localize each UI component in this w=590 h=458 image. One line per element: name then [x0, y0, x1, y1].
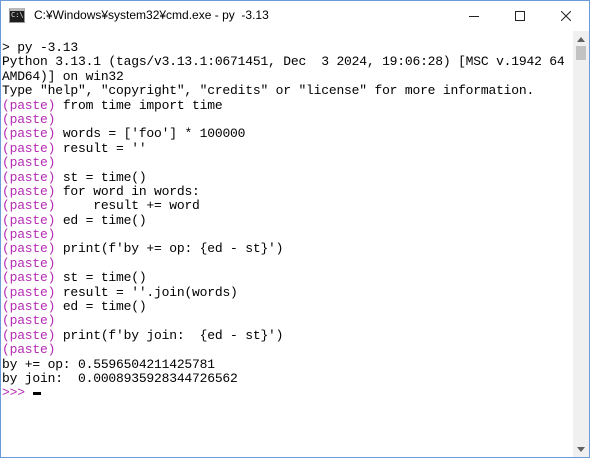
- line-text: Python 3.13.1 (tags/v3.13.1:0671451, Dec…: [2, 54, 573, 70]
- line-text: ed = time(): [55, 299, 147, 315]
- line-text: from time import time: [55, 97, 223, 113]
- minimize-button[interactable]: [451, 1, 497, 30]
- terminal-line: (paste) print(f'by += op: {ed - st}'): [2, 242, 573, 256]
- prompt-prefix: (paste): [2, 126, 56, 142]
- maximize-icon: [515, 10, 525, 21]
- close-button[interactable]: [543, 1, 589, 30]
- window-title: C:¥Windows¥system32¥cmd.exe - py -3.13: [34, 8, 269, 22]
- prompt-prefix: (paste): [2, 327, 56, 343]
- terminal-output[interactable]: > py -3.13 Python 3.13.1 (tags/v3.13.1:06…: [1, 31, 573, 457]
- prompt-prefix: (paste): [2, 155, 56, 171]
- terminal-line: (paste) result += word: [2, 199, 573, 213]
- line-text: st = time(): [55, 169, 147, 185]
- prompt-prefix: (paste): [2, 227, 56, 243]
- terminal-line: (paste): [2, 111, 573, 127]
- line-text: [25, 385, 33, 400]
- line-text: result += word: [55, 198, 200, 214]
- scroll-down-button[interactable]: [573, 441, 589, 457]
- scrollbar-thumb[interactable]: [576, 46, 586, 60]
- close-icon: [561, 10, 571, 21]
- line-text: AMD64)] on win32: [2, 68, 124, 84]
- prompt-prefix: (paste): [2, 284, 56, 300]
- title-bar[interactable]: C:\ C:¥Windows¥system32¥cmd.exe - py -3.…: [1, 1, 589, 31]
- terminal-line: Type "help", "copyright", "credits" or "…: [2, 83, 573, 99]
- terminal-line: (paste): [2, 343, 573, 357]
- scroll-down-icon: [577, 446, 585, 452]
- prompt-prefix: (paste): [2, 270, 56, 286]
- prompt-prefix: (paste): [2, 241, 56, 257]
- line-text: result = '': [55, 140, 147, 156]
- line-text: for word in words:: [55, 183, 200, 199]
- scroll-up-button[interactable]: [573, 31, 589, 47]
- terminal-line: (paste): [2, 155, 573, 171]
- terminal-line: (paste) ed = time(): [2, 299, 573, 315]
- prompt-prefix: (paste): [2, 299, 56, 315]
- line-text: Type "help", "copyright", "credits" or "…: [2, 83, 535, 99]
- prompt-prefix: (paste): [2, 342, 56, 358]
- scroll-up-icon: [577, 36, 585, 42]
- line-text: print(f'by join: {ed - st}'): [55, 327, 284, 343]
- cmd-window: C:\ C:¥Windows¥system32¥cmd.exe - py -3.…: [0, 0, 590, 458]
- terminal-line: (paste): [2, 227, 573, 243]
- prompt-prefix: (paste): [2, 255, 56, 271]
- terminal-line: > py -3.13: [2, 40, 573, 55]
- prompt-prefix: (paste): [2, 97, 56, 113]
- prompt-prefix: (paste): [2, 169, 56, 185]
- terminal-line: (paste) result = '': [2, 140, 573, 156]
- line-text: result = ''.join(words): [55, 284, 238, 300]
- terminal-line: (paste) for word in words:: [2, 183, 573, 199]
- terminal-line: (paste): [2, 255, 573, 271]
- terminal-lines: > py -3.13 Python 3.13.1 (tags/v3.13.1:06…: [2, 40, 573, 401]
- vertical-scrollbar[interactable]: [573, 31, 589, 457]
- terminal-line: (paste) words = ['foo'] * 100000: [2, 127, 573, 141]
- prompt-prefix: (paste): [2, 313, 56, 329]
- line-text: print(f'by += op: {ed - st}'): [55, 241, 284, 257]
- text-cursor: [33, 392, 42, 396]
- minimize-icon: [469, 15, 479, 17]
- line-text: st = time(): [55, 270, 147, 286]
- terminal-line: (paste) st = time(): [2, 271, 573, 285]
- line-text: by join: 0.0008935928344726562: [2, 370, 238, 386]
- terminal-line: (paste) st = time(): [2, 169, 573, 185]
- prompt-prefix: (paste): [2, 212, 56, 228]
- terminal-line: Python 3.13.1 (tags/v3.13.1:0671451, Dec…: [2, 55, 573, 69]
- terminal-line: (paste): [2, 314, 573, 328]
- line-text: words = ['foo'] * 100000: [55, 126, 246, 142]
- prompt-prefix: (paste): [2, 198, 56, 214]
- terminal-line: >>>: [2, 386, 573, 400]
- terminal-line: (paste) print(f'by join: {ed - st}'): [2, 327, 573, 343]
- line-text: > py -3.13: [2, 40, 79, 55]
- prompt-prefix: (paste): [2, 111, 56, 127]
- maximize-button[interactable]: [497, 1, 543, 30]
- terminal-line: AMD64)] on win32: [2, 68, 573, 84]
- terminal-line: (paste) ed = time(): [2, 212, 573, 228]
- terminal-line: (paste) from time import time: [2, 97, 573, 113]
- line-text: by += op: 0.5596504211425781: [2, 356, 215, 372]
- cmd-icon[interactable]: C:\: [9, 8, 25, 23]
- terminal-line: by += op: 0.5596504211425781: [2, 356, 573, 372]
- line-text: ed = time(): [55, 212, 147, 228]
- prompt-prefix: (paste): [2, 140, 56, 156]
- terminal-line: by join: 0.0008935928344726562: [2, 370, 573, 386]
- prompt-prefix: (paste): [2, 183, 56, 199]
- terminal-line: (paste) result = ''.join(words): [2, 284, 573, 300]
- prompt-prefix: >>>: [2, 385, 25, 401]
